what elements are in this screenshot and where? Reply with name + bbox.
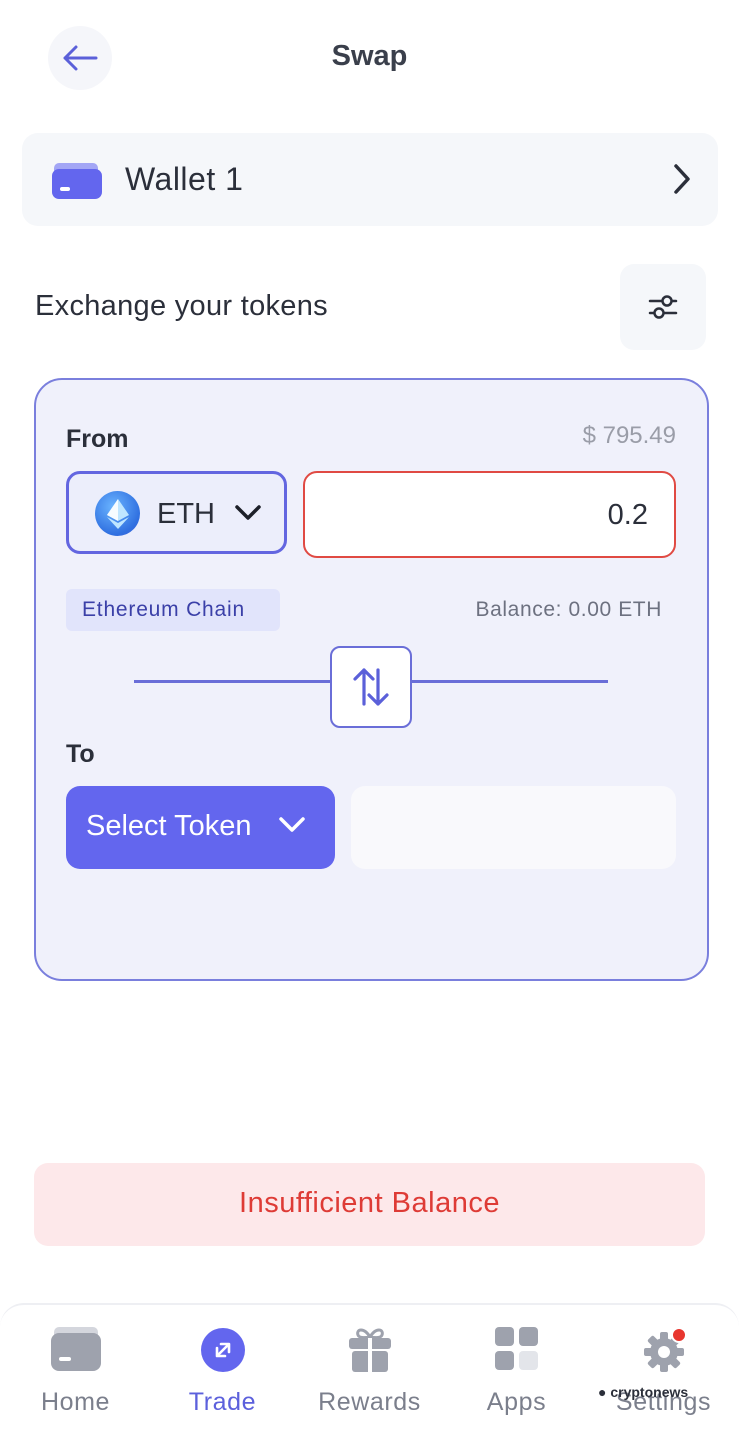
gift-icon xyxy=(348,1328,391,1372)
balance-text: Balance: 0.00 ETH xyxy=(475,598,662,621)
nav-item-apps[interactable]: Apps xyxy=(443,1305,590,1431)
swap-direction-button[interactable] xyxy=(330,646,412,728)
ethereum-icon xyxy=(95,491,140,536)
select-token-button[interactable]: Select Token xyxy=(66,786,335,869)
from-amount-value: 0.2 xyxy=(607,499,648,531)
nav-label-rewards: Rewards xyxy=(318,1388,421,1416)
select-token-label: Select Token xyxy=(86,810,252,842)
to-label: To xyxy=(66,740,95,768)
wallet-selector[interactable]: Wallet 1 xyxy=(22,133,718,226)
chevron-down-icon xyxy=(235,505,261,520)
chevron-down-icon xyxy=(279,817,305,832)
nav-label-home: Home xyxy=(40,1388,111,1416)
apps-grid-icon xyxy=(494,1327,538,1370)
chevron-right-icon xyxy=(674,164,690,194)
usd-value: $ 795.49 xyxy=(582,422,676,449)
watermark-logo-icon: ● xyxy=(598,1384,607,1400)
notification-dot xyxy=(670,1327,687,1343)
nav-item-home[interactable]: Home xyxy=(2,1305,149,1431)
watermark: ● cryptonews xyxy=(598,1384,688,1400)
nav-label-trade: Trade xyxy=(188,1388,257,1416)
chain-badge: Ethereum Chain xyxy=(66,589,280,631)
home-wallet-icon xyxy=(50,1327,101,1371)
watermark-text: cryptonews xyxy=(610,1384,689,1400)
sliders-icon xyxy=(648,295,678,319)
from-amount-input[interactable]: 0.2 xyxy=(303,471,676,558)
swap-settings-button[interactable] xyxy=(620,264,706,350)
wallet-name: Wallet 1 xyxy=(125,161,244,197)
gear-icon xyxy=(643,1327,687,1372)
page-title: Swap xyxy=(331,40,408,72)
to-amount-input[interactable] xyxy=(351,786,676,869)
swap-arrows-icon xyxy=(353,668,389,706)
insufficient-balance-button[interactable]: Insufficient Balance xyxy=(34,1163,705,1246)
from-label: From xyxy=(66,425,129,453)
insufficient-balance-label: Insufficient Balance xyxy=(239,1187,500,1219)
bottom-nav: Home Trade Rewards Apps Settings xyxy=(0,1303,739,1431)
wallet-icon xyxy=(52,163,102,199)
nav-item-rewards[interactable]: Rewards xyxy=(296,1305,443,1431)
trade-icon xyxy=(200,1328,245,1372)
chain-label: Ethereum Chain xyxy=(82,598,245,621)
nav-item-trade[interactable]: Trade xyxy=(149,1305,296,1431)
from-token-label: ETH xyxy=(157,498,215,530)
from-token-select[interactable]: ETH xyxy=(66,471,287,554)
nav-label-apps: Apps xyxy=(486,1388,547,1416)
nav-item-settings[interactable]: Settings xyxy=(590,1305,737,1431)
exchange-heading: Exchange your tokens xyxy=(35,290,328,322)
